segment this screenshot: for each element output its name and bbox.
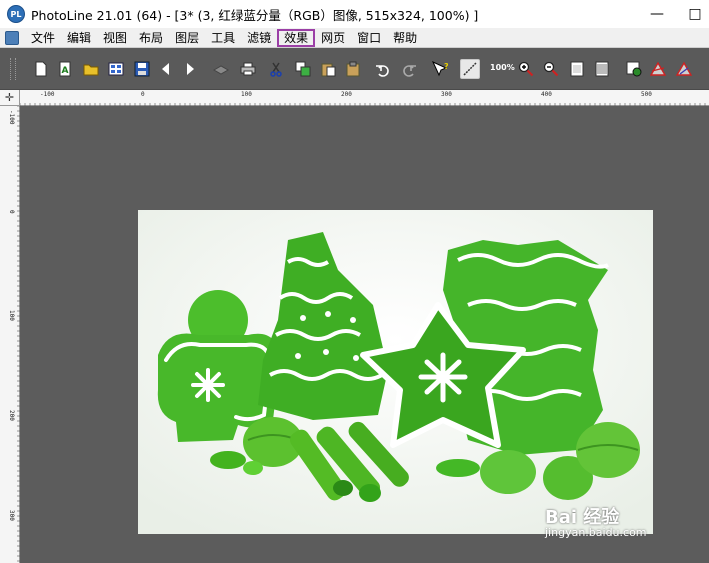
triangle-icon-gray[interactable] <box>676 61 692 77</box>
new-document-icon[interactable] <box>33 61 49 77</box>
app-icon: PL <box>7 5 25 23</box>
green-cookies-photo <box>138 210 653 534</box>
minimize-button[interactable]: — <box>640 0 674 28</box>
zoom-in-icon[interactable] <box>518 61 534 77</box>
forward-icon[interactable] <box>182 61 198 77</box>
text-icon[interactable]: A <box>57 61 73 77</box>
toolbar-grip[interactable] <box>10 58 16 80</box>
maximize-button[interactable]: □ <box>678 0 709 28</box>
paste-special-icon[interactable] <box>345 61 361 77</box>
vertical-ruler-ticks <box>17 106 20 562</box>
image-browser-icon[interactable] <box>108 61 124 77</box>
ruler-label: -100 <box>40 91 55 98</box>
triangle-icon-red[interactable] <box>650 61 666 77</box>
baidu-watermark-url: jingyan.baidu.com <box>545 526 647 539</box>
ruler-label: -100 <box>8 110 15 125</box>
save-icon[interactable] <box>134 61 150 77</box>
menu-tools[interactable]: 工具 <box>205 29 241 47</box>
zoom-100-button[interactable]: 100% <box>490 63 515 72</box>
menu-layout[interactable]: 布局 <box>133 29 169 47</box>
document-menu-icon[interactable] <box>5 30 19 45</box>
main-toolbar: A ? 100% <box>0 48 709 90</box>
ruler-label: 400 <box>541 91 552 98</box>
ruler-label: 100 <box>8 310 15 321</box>
zoom-out-icon[interactable] <box>543 61 559 77</box>
page-icon[interactable] <box>569 61 585 77</box>
horizontal-ruler[interactable]: -100 0 100 200 300 400 500 <box>20 90 709 106</box>
ruler-label: 0 <box>141 91 145 98</box>
window-title: PhotoLine 21.01 (64) - [3* (3, 红绿蓝分量（RGB… <box>31 7 479 23</box>
menu-edit[interactable]: 编辑 <box>61 29 97 47</box>
scanner-icon[interactable] <box>213 61 229 77</box>
ruler-label: 200 <box>341 91 352 98</box>
copy-icon[interactable] <box>295 61 311 77</box>
menu-effects[interactable]: 效果 <box>277 28 316 47</box>
menu-layer[interactable]: 图层 <box>169 29 205 47</box>
line-tool-icon[interactable] <box>460 59 480 79</box>
page-fit-icon[interactable] <box>594 61 610 77</box>
ruler-label: 300 <box>441 91 452 98</box>
document-image[interactable] <box>138 210 653 534</box>
menu-bar: 文件 编辑 视图 布局 图层 工具 滤镜 效果 网页 窗口 帮助 <box>0 28 709 48</box>
back-icon[interactable] <box>158 61 174 77</box>
ruler-label: 500 <box>641 91 652 98</box>
print-icon[interactable] <box>240 61 256 77</box>
redo-icon[interactable] <box>401 61 417 77</box>
ruler-label: 300 <box>8 510 15 521</box>
open-folder-icon[interactable] <box>83 61 99 77</box>
rotate-icon[interactable] <box>626 61 642 77</box>
menu-filter[interactable]: 滤镜 <box>241 29 277 47</box>
menu-view[interactable]: 视图 <box>97 29 133 47</box>
menu-window[interactable]: 窗口 <box>351 29 387 47</box>
menu-web[interactable]: 网页 <box>315 29 351 47</box>
menu-file[interactable]: 文件 <box>25 29 61 47</box>
cut-icon[interactable] <box>268 61 284 77</box>
paste-icon[interactable] <box>320 61 336 77</box>
undo-icon[interactable] <box>375 61 391 77</box>
ruler-label: 200 <box>8 410 15 421</box>
ruler-label: 100 <box>241 91 252 98</box>
svg-text:?: ? <box>444 62 448 71</box>
menu-help[interactable]: 帮助 <box>387 29 423 47</box>
ruler-origin-icon[interactable]: ✛ <box>0 90 20 106</box>
title-bar: PL PhotoLine 21.01 (64) - [3* (3, 红绿蓝分量（… <box>0 0 709 28</box>
vertical-ruler[interactable]: -100 0 100 200 300 <box>0 106 20 563</box>
ruler-label: 0 <box>8 210 15 214</box>
horizontal-ruler-ticks <box>20 103 706 106</box>
svg-text:A: A <box>62 66 69 76</box>
help-cursor-icon[interactable]: ? <box>432 61 448 77</box>
